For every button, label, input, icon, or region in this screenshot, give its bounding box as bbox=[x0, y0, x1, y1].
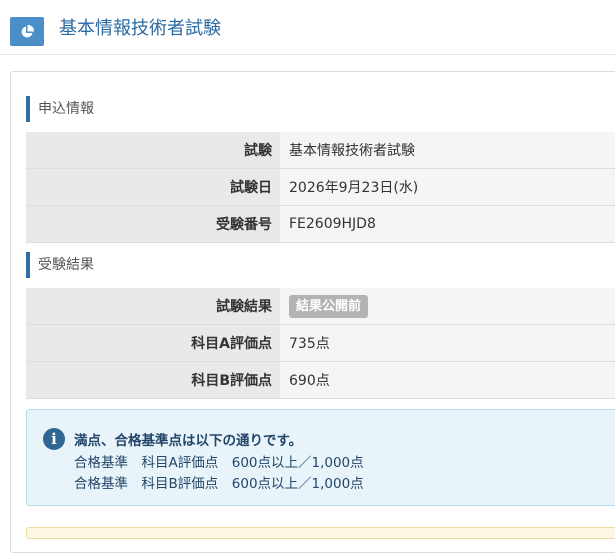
page-title: 基本情報技術者試験 bbox=[59, 18, 221, 39]
warning-alert bbox=[26, 527, 615, 539]
table-row: 試験結果 結果公開前 bbox=[26, 288, 615, 325]
notice-line-subject-b: 合格基準 科目B評価点 600点以上／1,000点 bbox=[74, 476, 364, 492]
pie-chart-icon bbox=[10, 17, 44, 46]
subject-a-score-label: 科目A評価点 bbox=[26, 324, 280, 362]
application-info-table: 試験 基本情報技術者試験 試験日 2026年9月23日(水) 受験番号 FE26… bbox=[26, 132, 615, 243]
exam-value: 基本情報技術者試験 bbox=[280, 132, 615, 169]
subject-a-score-value: 735点 bbox=[280, 324, 615, 362]
table-row: 試験 基本情報技術者試験 bbox=[26, 132, 615, 169]
subject-b-score-label: 科目B評価点 bbox=[26, 361, 280, 399]
exam-results-heading: 受験結果 bbox=[26, 252, 94, 278]
notice-title: 満点、合格基準点は以下の通りです。 bbox=[74, 433, 303, 449]
table-row: 試験日 2026年9月23日(水) bbox=[26, 168, 615, 206]
subject-b-score-value: 690点 bbox=[280, 361, 615, 399]
exam-date-value: 2026年9月23日(水) bbox=[280, 168, 615, 206]
status-badge: 結果公開前 bbox=[289, 294, 369, 318]
table-row: 科目B評価点 690点 bbox=[26, 361, 615, 399]
exam-result-value: 結果公開前 bbox=[280, 288, 615, 325]
table-row: 受験番号 FE2609HJD8 bbox=[26, 205, 615, 243]
exam-results-table: 試験結果 結果公開前 科目A評価点 735点 科目B評価点 690点 bbox=[26, 288, 615, 399]
page-header: 基本情報技術者試験 bbox=[0, 0, 615, 55]
examinee-number-label: 受験番号 bbox=[26, 205, 280, 243]
table-row: 科目A評価点 735点 bbox=[26, 324, 615, 362]
notice-line-subject-a: 合格基準 科目A評価点 600点以上／1,000点 bbox=[74, 455, 364, 471]
info-notice: i 満点、合格基準点は以下の通りです。 合格基準 科目A評価点 600点以上／1… bbox=[26, 409, 615, 506]
info-icon: i bbox=[43, 428, 65, 450]
application-info-heading: 申込情報 bbox=[26, 96, 94, 122]
exam-label: 試験 bbox=[26, 132, 280, 169]
examinee-number-value: FE2609HJD8 bbox=[280, 205, 615, 243]
exam-result-label: 試験結果 bbox=[26, 288, 280, 325]
exam-date-label: 試験日 bbox=[26, 168, 280, 206]
